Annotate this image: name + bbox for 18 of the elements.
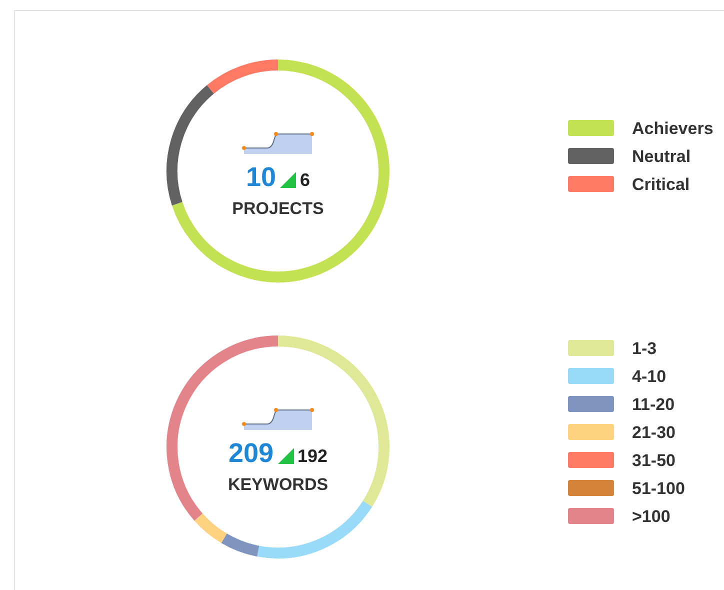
legend-label: 11-20 (632, 394, 675, 414)
triangle-up-icon (278, 448, 294, 464)
legend-label: 1-3 (632, 338, 657, 358)
chart-label: PROJECTS (232, 198, 324, 218)
legend-label: Critical (632, 174, 690, 194)
chart-label: KEYWORDS (228, 474, 328, 494)
legend-label: 4-10 (632, 366, 666, 386)
legend-label: 21-30 (632, 422, 676, 442)
change-count: 192 (298, 446, 328, 464)
change-count: 6 (300, 170, 310, 188)
legend-label: Neutral (632, 146, 691, 166)
triangle-up-icon (280, 172, 296, 188)
total-count: 209 (228, 440, 274, 466)
total-count: 10 (246, 164, 276, 190)
legend-label: 51-100 (632, 478, 685, 498)
legend-label: >100 (632, 506, 670, 526)
legend-label: Achievers (632, 118, 714, 138)
legend-label: 31-50 (632, 450, 676, 470)
